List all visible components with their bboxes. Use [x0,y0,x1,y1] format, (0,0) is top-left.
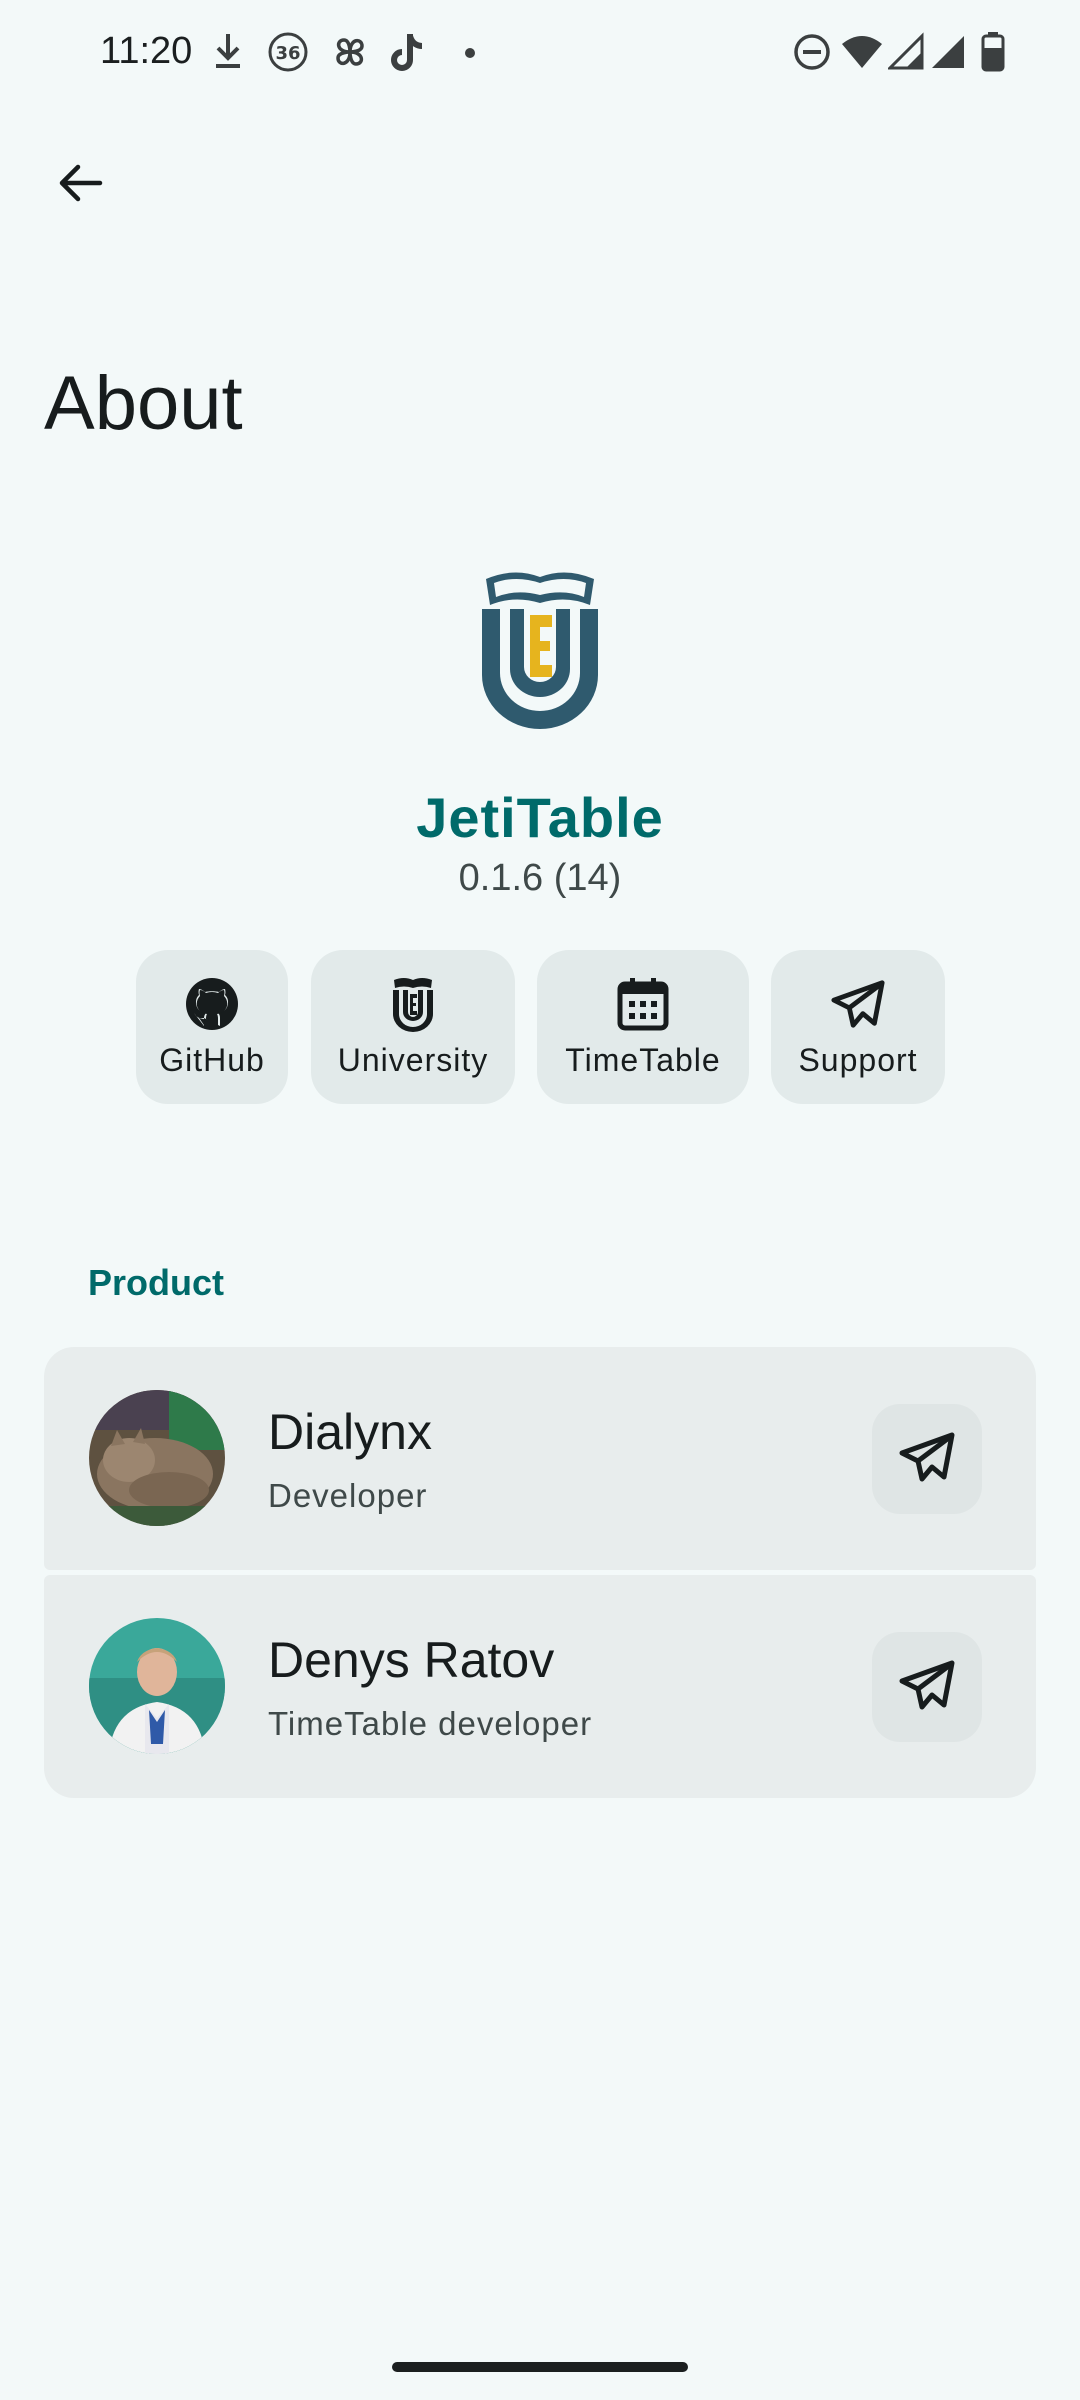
signal-icon [930,30,966,79]
page-title: About [44,361,243,446]
telegram-icon [898,1431,956,1488]
avatar [89,1618,225,1754]
status-time: 11:20 [100,30,193,72]
pinwheel-icon [328,30,372,79]
badge-36-icon: 36 [266,30,310,79]
badge-36-text: 36 [275,43,300,64]
timetable-label: TimeTable [565,1041,721,1078]
university-icon [385,976,441,1032]
back-button[interactable] [40,145,120,225]
university-link-button[interactable]: University [311,950,515,1104]
avatar [89,1390,225,1526]
list-item[interactable]: Denys Ratov TimeTable developer [44,1575,1036,1798]
person-name: Denys Ratov [268,1632,555,1688]
telegram-icon [898,1659,956,1716]
github-label: GitHub [159,1041,265,1078]
arrow-back-icon [54,157,106,214]
signal-icon [886,30,924,79]
person-role: TimeTable developer [268,1705,593,1742]
app-logo [476,565,604,730]
telegram-contact-button[interactable] [872,1404,982,1514]
telegram-icon [830,976,886,1032]
wifi-icon [840,30,884,79]
home-indicator[interactable] [392,2362,688,2372]
telegram-contact-button[interactable] [872,1632,982,1742]
timetable-link-button[interactable]: TimeTable [537,950,749,1104]
status-bar: 11:20 36 [0,0,1080,110]
do-not-disturb-icon [792,30,832,79]
dot-icon [464,46,476,64]
download-icon [210,30,246,79]
person-role: Developer [268,1477,428,1514]
support-link-button[interactable]: Support [771,950,945,1104]
university-label: University [337,1041,489,1078]
github-link-button[interactable]: GitHub [136,950,288,1104]
app-name: JetiTable [416,786,664,849]
battery-icon [980,30,1006,79]
tiktok-icon [388,30,428,79]
app-version: 0.1.6 (14) [458,857,622,899]
list-item[interactable]: Dialynx Developer [44,1347,1036,1570]
support-label: Support [798,1041,918,1078]
calendar-icon [615,976,671,1032]
person-name: Dialynx [268,1404,432,1460]
section-title: Product [88,1262,225,1303]
github-icon [184,976,240,1032]
